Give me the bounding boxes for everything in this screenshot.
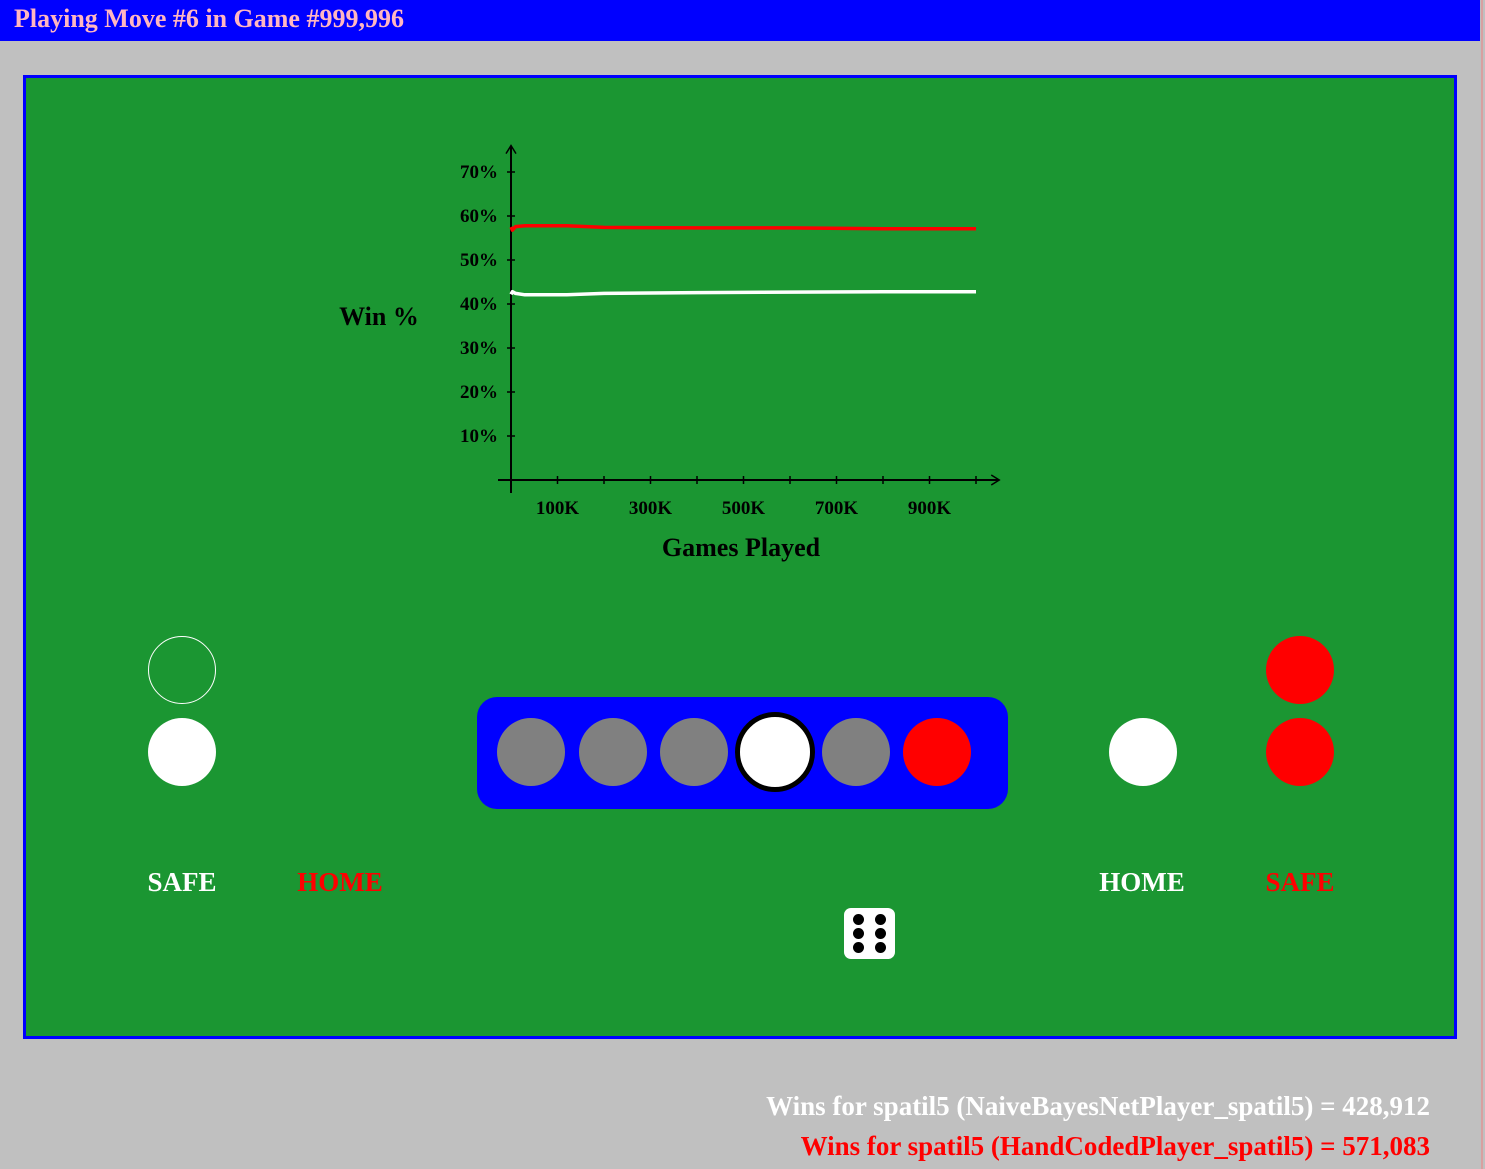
right-safe-label: SAFE [1265, 867, 1335, 897]
title-bar: Playing Move #6 in Game #999,996 [0, 0, 1480, 41]
y-tick-label: 20% [460, 382, 498, 403]
x-tick-label: 500K [722, 498, 766, 519]
track-cell-4-selected-white-piece[interactable] [735, 712, 815, 792]
left-safe-label: SAFE [147, 867, 217, 897]
white-player-wins: Wins for spatil5 (NaiveBayesNetPlayer_sp… [766, 1091, 1430, 1121]
win-percentage-chart: 10% 20% 30% 40% 50% 60% 70% 100K 300K 500K 700K 900… [339, 144, 1001, 562]
track-cell-3[interactable] [660, 718, 728, 786]
y-tick-label: 60% [460, 206, 498, 227]
x-tick-label: 900K [908, 498, 952, 519]
y-tick-label: 30% [460, 338, 498, 359]
die-six-icon[interactable] [844, 908, 895, 959]
track-cell-2[interactable] [579, 718, 647, 786]
die-pip [875, 942, 886, 953]
x-tick-label: 700K [815, 498, 859, 519]
y-tick-label: 50% [460, 250, 498, 271]
red-safe-piece-1[interactable] [1266, 636, 1334, 704]
die-pip [853, 914, 864, 925]
game-title: Playing Move #6 in Game #999,996 [14, 4, 404, 33]
right-home-label: HOME [1099, 867, 1185, 897]
white-safe-piece[interactable] [148, 718, 216, 786]
track-cell-6-red-piece[interactable] [903, 718, 971, 786]
white-safe-empty-slot [148, 636, 216, 704]
x-axis-label: Games Played [662, 533, 821, 562]
y-tick-label: 40% [460, 294, 498, 315]
white-player-series-line [509, 289, 976, 297]
die-pip [853, 942, 864, 953]
y-axis-label: Win % [339, 302, 419, 331]
window-edge [1481, 0, 1483, 1169]
die-pip [875, 914, 886, 925]
track-cell-5[interactable] [822, 718, 890, 786]
red-player-wins: Wins for spatil5 (HandCodedPlayer_spatil… [800, 1131, 1430, 1161]
x-tick-label: 300K [629, 498, 673, 519]
y-tick-label: 70% [460, 162, 498, 183]
left-home-label: HOME [297, 867, 383, 897]
red-player-series-line [509, 223, 976, 232]
die-pip [875, 928, 886, 939]
red-safe-piece-2[interactable] [1266, 718, 1334, 786]
game-board: 10% 20% 30% 40% 50% 60% 70% 100K 300K 500K 700K 900… [23, 75, 1457, 1039]
x-tick-label: 100K [536, 498, 580, 519]
die-pip [853, 928, 864, 939]
y-tick-label: 10% [460, 426, 498, 447]
track-cell-1[interactable] [497, 718, 565, 786]
white-home-piece[interactable] [1109, 718, 1177, 786]
